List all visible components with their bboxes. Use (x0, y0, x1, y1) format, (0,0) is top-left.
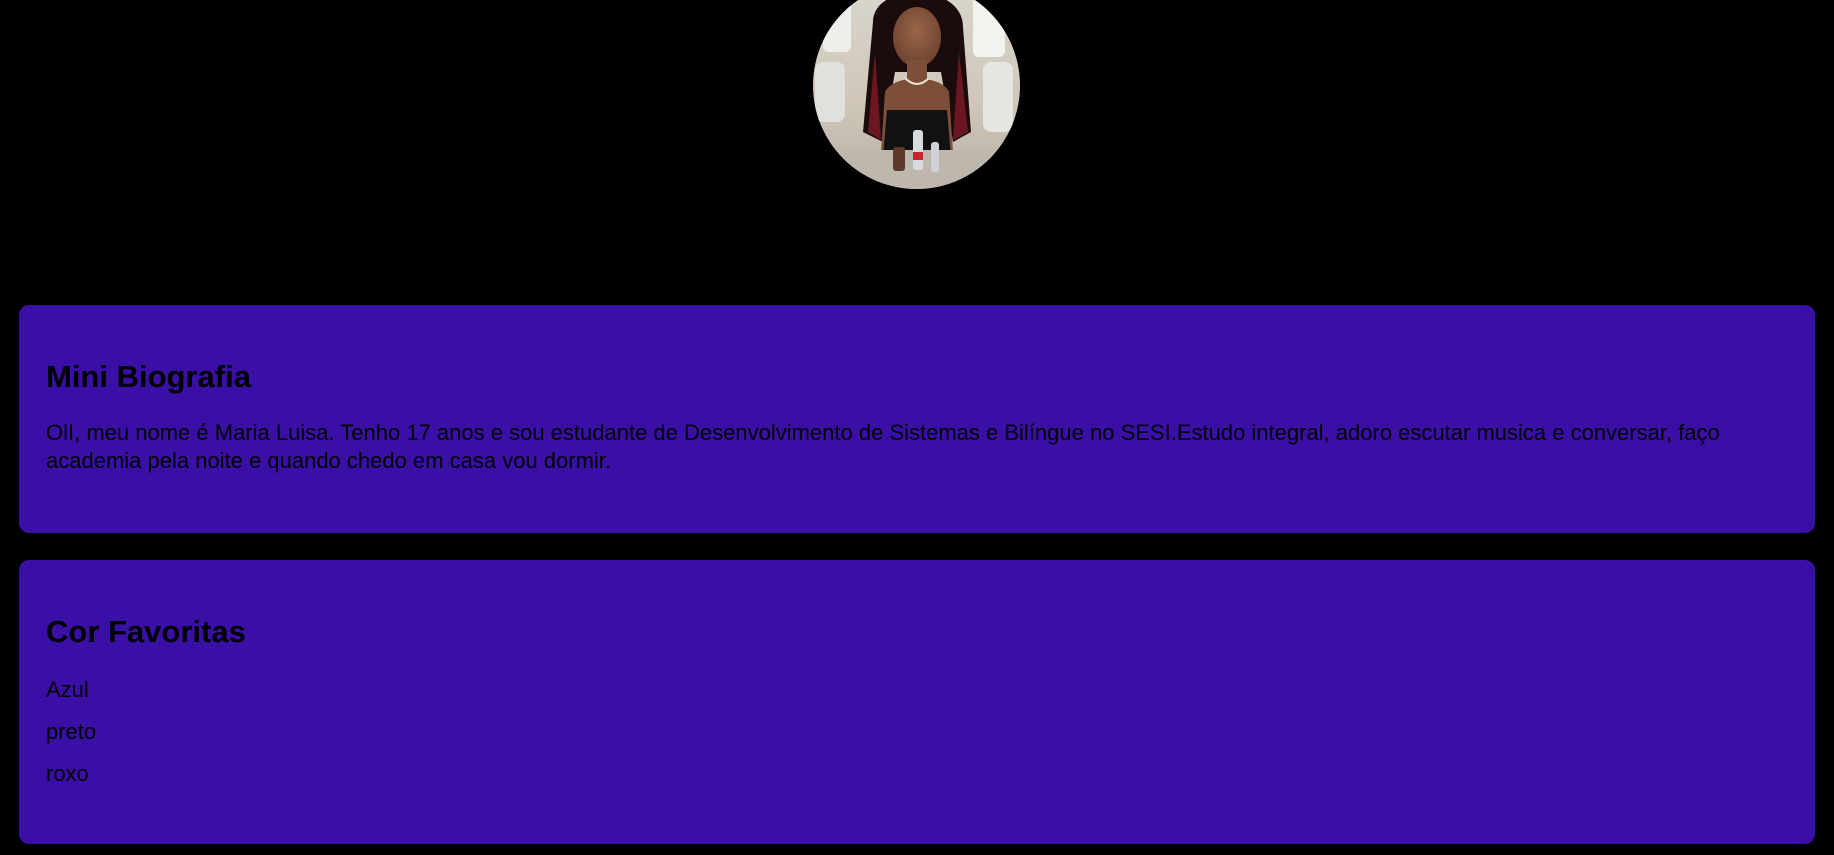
profile-photo (813, 0, 1020, 189)
page: Mini Biografia OlI, meu nome é Maria Lui… (0, 0, 1834, 855)
color-item-azul: Azul (46, 677, 89, 702)
color-item-preto: preto (46, 719, 97, 744)
favorite-colors-card: Cor Favoritas Azul preto roxo (19, 560, 1815, 844)
color-item-roxo: roxo (46, 761, 89, 786)
bio-card: Mini Biografia OlI, meu nome é Maria Lui… (19, 305, 1815, 533)
favorite-colors-list: Azul preto roxo (46, 676, 1788, 788)
bio-text: OlI, meu nome é Maria Luisa. Tenho 17 an… (46, 420, 1720, 473)
favorite-colors-title: Cor Favoritas (46, 614, 246, 649)
bio-title: Mini Biografia (46, 359, 251, 394)
